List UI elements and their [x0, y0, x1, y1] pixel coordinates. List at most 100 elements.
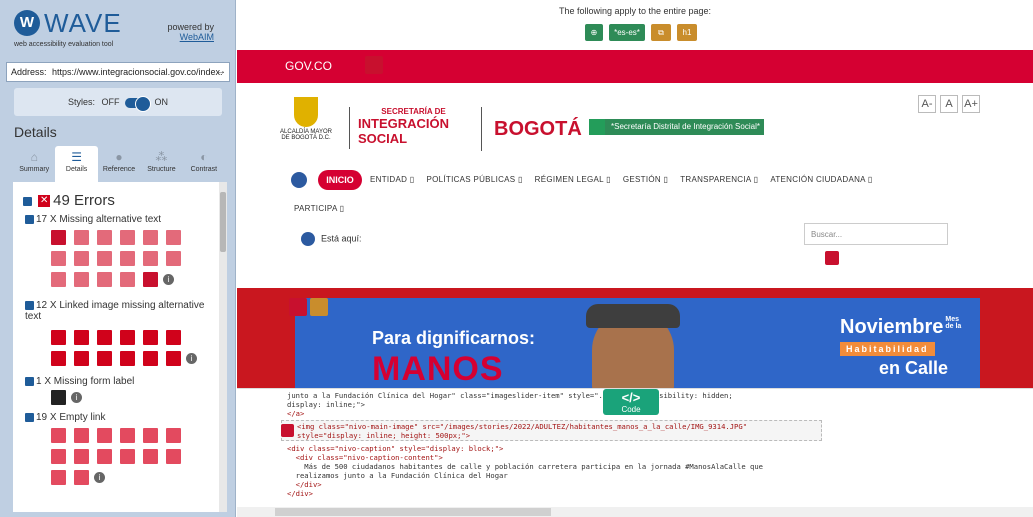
linked-image-error-icon[interactable]: [51, 330, 66, 345]
empty-link-error-icon[interactable]: [166, 428, 181, 443]
alert-icon[interactable]: [310, 298, 328, 316]
missing-alt-error-icon[interactable]: [97, 251, 112, 266]
linked-image-error-icon[interactable]: [120, 330, 135, 345]
missing-alt-error-icon[interactable]: [97, 272, 112, 287]
linked-image-error-icon[interactable]: [51, 351, 66, 366]
search-input[interactable]: Buscar...: [804, 223, 948, 245]
missing-alt-error-icon[interactable]: [74, 230, 89, 245]
category-checkbox[interactable]: [25, 376, 34, 386]
search-error-icon[interactable]: [825, 251, 839, 265]
linked-image-error-icon[interactable]: [143, 330, 158, 345]
missing-alt-error-icon[interactable]: [74, 272, 89, 287]
empty-link-error-icon[interactable]: [120, 449, 135, 464]
code-error-icon[interactable]: [281, 424, 294, 437]
empty-link-error-icon[interactable]: [74, 449, 89, 464]
missing-alt-error-icon[interactable]: [166, 230, 181, 245]
missing-alt-error-icon[interactable]: [143, 230, 158, 245]
missing-alt-error-icon[interactable]: [51, 230, 66, 245]
address-field[interactable]: Address: https://www.integracionsocial.g…: [6, 62, 230, 82]
empty-link-error-icon[interactable]: [166, 449, 181, 464]
missing-alt-error-icon[interactable]: [51, 251, 66, 266]
tab-contrast[interactable]: ◐ Contrast: [183, 146, 225, 182]
address-input[interactable]: https://www.integracionsocial.gov.co/ind…: [52, 67, 222, 77]
missing-alt-error-icon[interactable]: [74, 251, 89, 266]
empty-link-error-icon[interactable]: [74, 428, 89, 443]
code-toggle-button[interactable]: </> Code: [603, 389, 659, 415]
linked-image-error-icon[interactable]: [120, 351, 135, 366]
linked-image-error-icon[interactable]: [97, 330, 112, 345]
missing-alt-error-icon[interactable]: [143, 251, 158, 266]
info-icon[interactable]: i: [94, 472, 105, 483]
menu-icon[interactable]: [291, 172, 307, 188]
heading-alert-badge[interactable]: h1: [677, 24, 697, 41]
category-linked-image[interactable]: 12 X Linked image missing alternative te…: [25, 300, 205, 322]
linked-image-error-icon[interactable]: [97, 351, 112, 366]
nav-inicio[interactable]: INICIO: [318, 170, 362, 190]
linked-image-error-icon[interactable]: [74, 351, 89, 366]
nav-gestion[interactable]: GESTIÓN ▯: [623, 175, 668, 184]
alcaldia-logo[interactable]: ALCALDÍA MAYOR DE BOGOTÁ D.C.: [277, 97, 335, 153]
category-checkbox[interactable]: [25, 300, 34, 310]
tab-reference[interactable]: ● Reference: [98, 146, 140, 182]
info-icon[interactable]: i: [186, 353, 197, 364]
horizontal-scroll-thumb[interactable]: [275, 508, 551, 516]
bogota-logo[interactable]: BOGOTÁ: [481, 107, 582, 151]
nav-entidad[interactable]: ENTIDAD ▯: [370, 175, 414, 184]
go-arrow-icon[interactable]: →: [216, 63, 226, 81]
missing-alt-error-icon[interactable]: [120, 251, 135, 266]
category-checkbox[interactable]: [25, 412, 34, 422]
category-missing-alt[interactable]: 17 X Missing alternative text: [25, 214, 205, 225]
font-increase-button[interactable]: A+: [962, 95, 980, 113]
missing-alt-error-icon[interactable]: [51, 272, 66, 287]
horizontal-scrollbar[interactable]: [237, 507, 1033, 517]
webaim-link[interactable]: WebAIM: [162, 32, 214, 42]
empty-link-error-icon[interactable]: [97, 449, 112, 464]
missing-alt-error-icon[interactable]: [143, 272, 158, 287]
empty-link-error-icon[interactable]: [143, 449, 158, 464]
panel-scrollbar[interactable]: [219, 182, 227, 512]
nav-participa[interactable]: PARTICIPA ▯: [294, 204, 344, 213]
missing-alt-error-icon[interactable]: [120, 272, 135, 287]
empty-link-error-icon[interactable]: [51, 449, 66, 464]
linked-image-error-icon[interactable]: [74, 330, 89, 345]
gov-co-link[interactable]: GOV.CO: [285, 59, 332, 73]
linked-image-error-icon[interactable]: [166, 351, 181, 366]
errors-header[interactable]: ✕ 49 Errors: [23, 192, 115, 209]
linked-image-error-icon[interactable]: [289, 298, 307, 316]
wave-logo[interactable]: W WAVE web accessibility evaluation tool: [14, 8, 134, 48]
missing-alt-error-icon[interactable]: [166, 251, 181, 266]
linked-image-error-icon[interactable]: [143, 351, 158, 366]
alert-icon[interactable]: ⧉: [651, 24, 671, 41]
empty-link-error-icon[interactable]: [51, 428, 66, 443]
category-empty-link[interactable]: 19 X Empty link: [25, 412, 205, 423]
linked-image-error-icon[interactable]: [166, 330, 181, 345]
missing-alt-error-icon[interactable]: [120, 230, 135, 245]
tab-structure[interactable]: ⁂ Structure: [140, 146, 182, 182]
font-reset-button[interactable]: A: [940, 95, 958, 113]
sds-alt-badge[interactable]: *Secretaría Distrital de Integración Soc…: [589, 119, 764, 135]
form-label-error-icon[interactable]: [51, 390, 66, 405]
empty-link-error-icon[interactable]: [74, 470, 89, 485]
styles-toggle[interactable]: [125, 95, 152, 112]
nav-transparencia[interactable]: TRANSPARENCIA ▯: [680, 175, 758, 184]
language-icon[interactable]: ⊕: [585, 24, 603, 41]
nav-regimen[interactable]: RÉGIMEN LEGAL ▯: [535, 175, 611, 184]
nav-politicas[interactable]: POLÍTICAS PÚBLICAS ▯: [426, 175, 522, 184]
secretaria-logo[interactable]: SECRETARÍA DE INTEGRACIÓN SOCIAL: [349, 107, 469, 149]
tab-details[interactable]: ☰ Details: [55, 146, 98, 182]
empty-link-error-icon[interactable]: [120, 428, 135, 443]
tab-summary[interactable]: ⌂ Summary: [13, 146, 55, 182]
empty-link-error-icon[interactable]: [51, 470, 66, 485]
category-missing-form-label[interactable]: 1 X Missing form label: [25, 376, 205, 387]
empty-link-error-icon[interactable]: [143, 428, 158, 443]
gov-error-icon[interactable]: [365, 56, 383, 74]
language-badge[interactable]: *es-es*: [609, 24, 645, 41]
font-decrease-button[interactable]: A-: [918, 95, 936, 113]
info-icon[interactable]: i: [71, 392, 82, 403]
panel-scroll-thumb[interactable]: [220, 192, 226, 252]
empty-link-error-icon[interactable]: [97, 428, 112, 443]
info-icon[interactable]: i: [163, 274, 174, 285]
errors-checkbox[interactable]: [23, 196, 32, 206]
nav-atencion[interactable]: ATENCIÓN CIUDADANA ▯: [770, 175, 872, 184]
category-checkbox[interactable]: [25, 214, 34, 224]
